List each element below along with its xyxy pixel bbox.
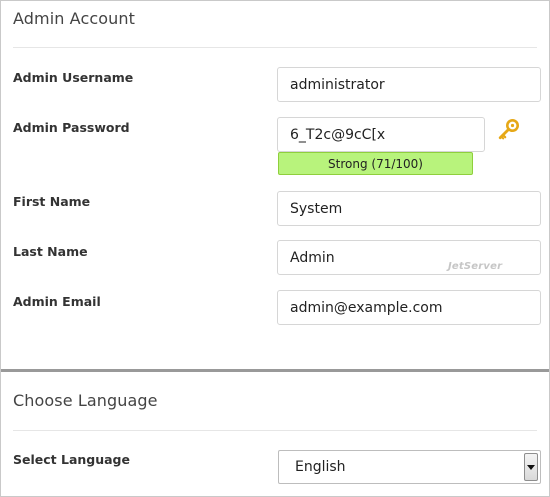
admin-username-label: Admin Username [13,70,134,85]
password-strength-meter: Strong (71/100) [278,152,473,175]
language-select-value: English [295,459,346,475]
admin-password-input[interactable] [277,117,485,152]
password-strength-text: Strong (71/100) [328,156,423,171]
admin-password-label: Admin Password [13,120,130,135]
language-section-divider [13,430,537,431]
jetserver-watermark: JetServer [448,261,503,272]
installer-form: Admin Account Admin Username Admin Passw… [0,0,550,497]
select-language-label: Select Language [13,452,130,467]
admin-account-title: Admin Account [13,9,135,28]
admin-username-input[interactable] [277,67,541,102]
chevron-down-icon[interactable] [524,453,538,481]
language-select[interactable]: English [278,450,541,484]
section-divider [13,47,537,48]
first-name-label: First Name [13,194,91,209]
last-name-label: Last Name [13,244,88,259]
key-icon[interactable] [497,117,521,141]
admin-email-label: Admin Email [13,294,101,309]
choose-language-title: Choose Language [13,391,158,410]
admin-email-input[interactable] [277,290,541,325]
first-name-input[interactable] [277,191,541,226]
section-separator [1,369,549,372]
